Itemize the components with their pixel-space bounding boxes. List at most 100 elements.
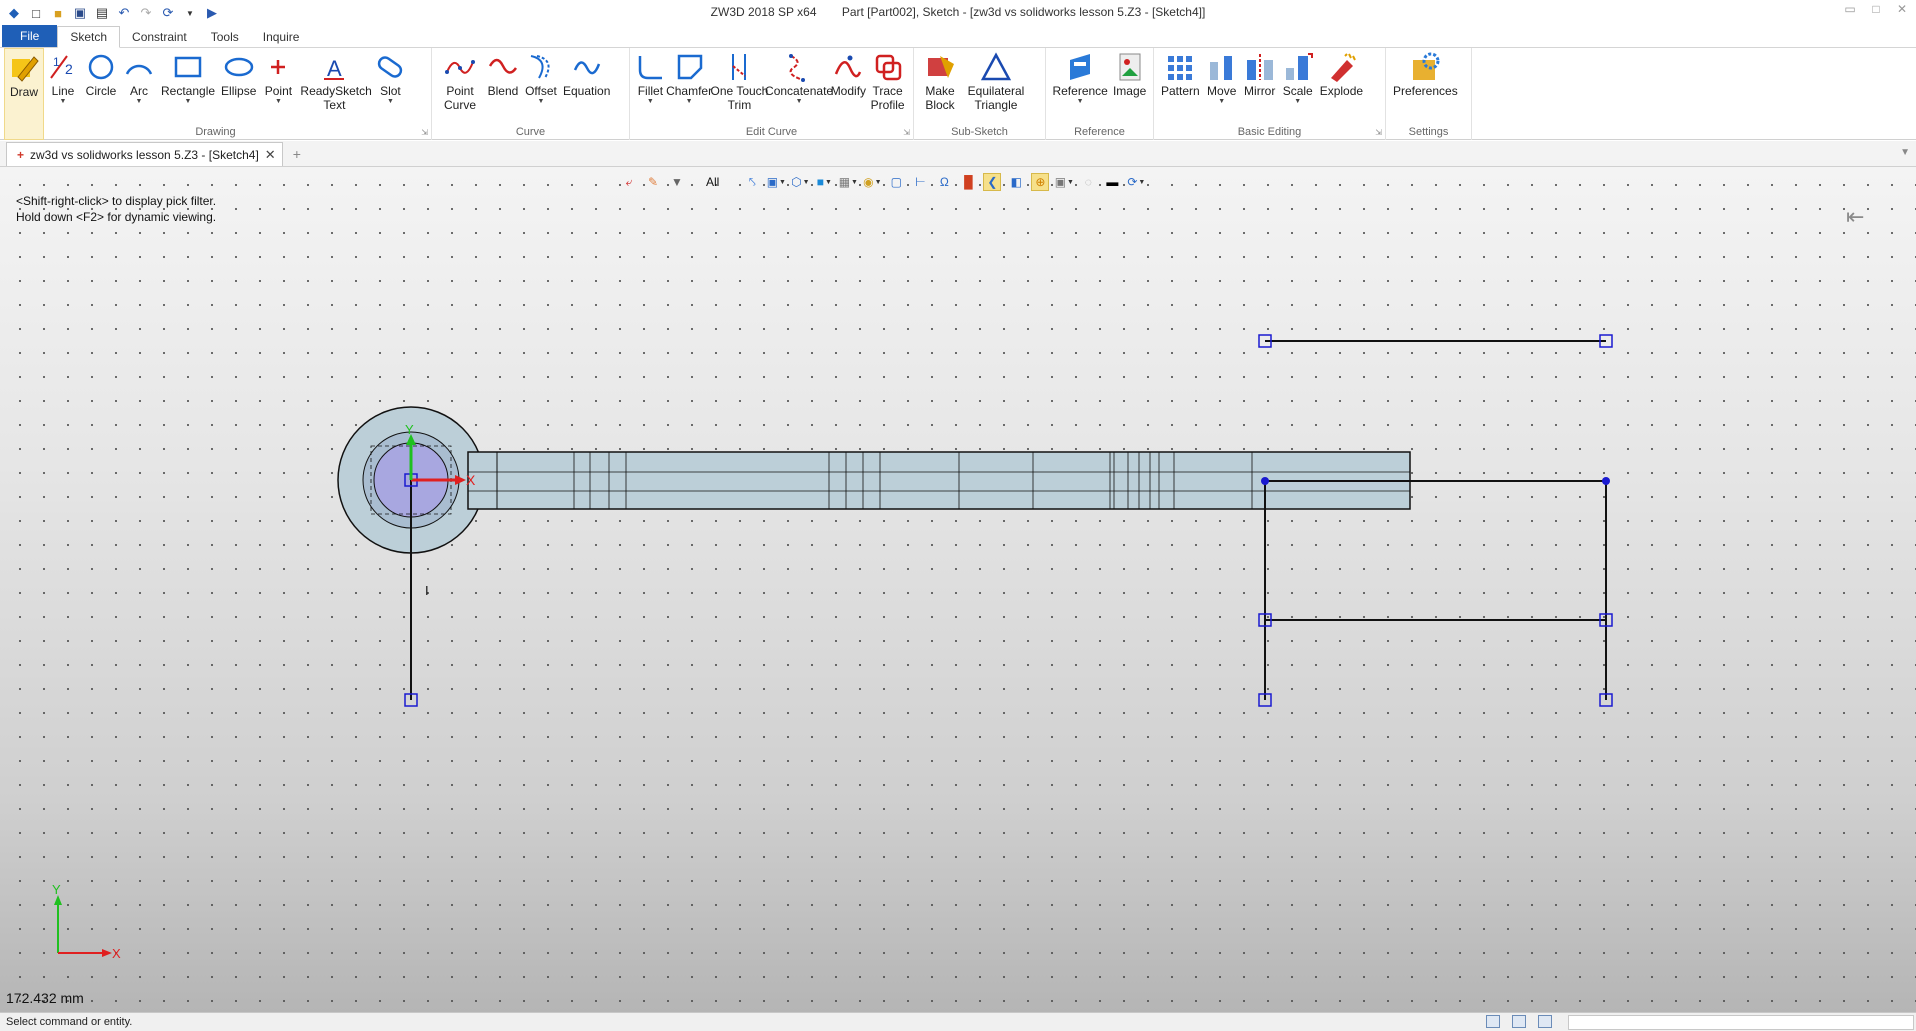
fillet-dropdown-icon[interactable]: ▼ <box>647 98 654 106</box>
undo-icon[interactable]: ↶ <box>116 5 132 21</box>
rectangle-icon <box>174 56 202 78</box>
basic-editing-launcher-icon[interactable]: ⇲ <box>1375 128 1382 137</box>
group-settings: Preferences Settings <box>1386 48 1472 140</box>
arc-label: Arc <box>130 84 148 98</box>
corner-x-label: X <box>112 946 121 961</box>
vertex-point[interactable] <box>1602 477 1610 485</box>
qat-dropdown-icon[interactable]: ▼ <box>182 5 198 21</box>
monitor-icon[interactable] <box>1512 1015 1526 1028</box>
tab-file[interactable]: File <box>2 25 58 47</box>
open-folder-icon[interactable]: ■ <box>50 5 66 21</box>
origin-y-label: Y <box>405 422 414 437</box>
scale-dropdown-icon[interactable]: ▼ <box>1294 98 1301 106</box>
text-icon: A <box>324 56 345 81</box>
circle-label: Circle <box>85 84 117 98</box>
close-tab-icon[interactable]: ✕ <box>265 147 276 163</box>
svg-text:1: 1 <box>53 55 60 69</box>
sketch-canvas[interactable]: X Y I Y X <box>0 167 1916 1012</box>
endpoint-handles[interactable] <box>404 334 1613 707</box>
ribbon: Draw 21 Line ▼ Circle Arc ▼ Rectangle ▼ … <box>0 48 1916 140</box>
offset-icon <box>530 55 550 79</box>
blend-icon <box>488 58 518 74</box>
concatenate-dropdown-icon[interactable]: ▼ <box>796 98 803 106</box>
part-profile[interactable] <box>337 406 1411 554</box>
chamfer-dropdown-icon[interactable]: ▼ <box>686 98 693 106</box>
pattern-icon <box>1168 56 1193 80</box>
tab-menu-icon[interactable]: ▼ <box>1900 147 1910 158</box>
new-file-icon[interactable]: □ <box>28 5 44 21</box>
graphics-viewport[interactable]: ⤶ ✎ ▼ All ⤣ ▣ ▼ ⬡ ▼ ■ ▼ ▦ ▼ ◉ ▼ ▢ ⊢ Ω █ ❮ ◧ ⊕… <box>0 167 1916 1012</box>
save-icon[interactable]: ▣ <box>72 5 88 21</box>
line-dropdown-icon[interactable]: ▼ <box>60 98 67 106</box>
window-controls: ▭ □ ✕ <box>1840 2 1912 16</box>
tab-inquire[interactable]: Inquire <box>251 27 312 47</box>
restore-inner-icon[interactable]: ▭ <box>1840 2 1860 16</box>
mirror-icon <box>1246 54 1273 80</box>
maximize-inner-icon[interactable]: □ <box>1866 2 1886 16</box>
fillet-label: Fillet <box>637 84 664 98</box>
ellipse-icon <box>224 57 253 77</box>
corner-axis-triad: Y X <box>52 882 121 961</box>
print-icon[interactable]: ▤ <box>94 5 110 21</box>
chamfer-icon <box>677 54 703 80</box>
edit-curve-launcher-icon[interactable]: ⇲ <box>903 128 910 137</box>
circle-icon <box>88 54 114 80</box>
app-logo-icon[interactable]: ◆ <box>6 5 22 21</box>
ellipse-label: Ellipse <box>221 84 257 98</box>
arc-icon <box>125 64 153 75</box>
app-title: ZW3D 2018 SP x64 <box>710 5 817 19</box>
modify-icon <box>835 55 862 78</box>
move-dropdown-icon[interactable]: ▼ <box>1218 98 1225 106</box>
regen-icon[interactable]: ⟳ <box>160 5 176 21</box>
ribbon-tabs: File Sketch Constraint Tools Inquire <box>0 25 1916 48</box>
equilateral-triangle-label: Equilateral Triangle <box>967 84 1025 112</box>
line-label: Line <box>51 84 75 98</box>
close-inner-icon[interactable]: ✕ <box>1892 2 1912 16</box>
group-basic-editing: Pattern Move ▼ Mirror Scale ▼ Explode Ba… <box>1154 48 1386 140</box>
layout-icon[interactable] <box>1486 1015 1500 1028</box>
document-tabs: + zw3d vs solidworks lesson 5.Z3 - [Sket… <box>0 141 1916 167</box>
play-icon[interactable]: ▶ <box>204 5 220 21</box>
offset-dropdown-icon[interactable]: ▼ <box>538 98 545 106</box>
point-dropdown-icon[interactable]: ▼ <box>275 98 282 106</box>
point-icon <box>271 60 286 74</box>
slot-dropdown-icon[interactable]: ▼ <box>387 98 394 106</box>
tab-sketch[interactable]: Sketch <box>57 26 121 48</box>
command-input[interactable] <box>1568 1015 1914 1030</box>
move-label: Move <box>1207 84 1237 98</box>
scale-label: Scale <box>1282 84 1313 98</box>
sketch-geometry[interactable] <box>410 340 1607 700</box>
reference-icon <box>1070 54 1091 80</box>
move-icon <box>1209 56 1232 80</box>
equation-icon <box>573 61 600 75</box>
explode-icon <box>1331 53 1357 82</box>
tab-constraint[interactable]: Constraint <box>120 27 199 47</box>
new-tab-icon[interactable]: + <box>293 146 301 162</box>
rectangle-dropdown-icon[interactable]: ▼ <box>185 98 192 106</box>
preferences-label: Preferences <box>1393 84 1458 98</box>
window-title: ZW3D 2018 SP x64 Part [Part002], Sketch … <box>0 5 1916 19</box>
pin-icon[interactable]: + <box>17 148 24 162</box>
redo-icon[interactable]: ↷ <box>138 5 154 21</box>
image-label: Image <box>1112 84 1147 98</box>
status-icons <box>1486 1015 1552 1028</box>
concatenate-label: Concatenate <box>765 84 834 98</box>
reference-label: Reference <box>1052 84 1108 98</box>
group-reference: Reference ▼ Image Reference <box>1046 48 1154 140</box>
tab-tools[interactable]: Tools <box>199 27 251 47</box>
group-settings-label: Settings <box>1408 126 1449 138</box>
trim-icon <box>732 54 747 80</box>
quick-access-toolbar: ◆ □ ■ ▣ ▤ ↶ ↷ ⟳ ▼ ▶ <box>0 0 220 26</box>
vertex-point[interactable] <box>1261 477 1269 485</box>
group-reference-label: Reference <box>1074 126 1125 138</box>
drawing-launcher-icon[interactable]: ⇲ <box>421 128 428 137</box>
origin-x-label: X <box>466 472 476 488</box>
point-curve-label: Point Curve <box>443 84 476 112</box>
arc-dropdown-icon[interactable]: ▼ <box>136 98 143 106</box>
mirror-label: Mirror <box>1244 84 1276 98</box>
pattern-label: Pattern <box>1161 84 1200 98</box>
document-tab[interactable]: + zw3d vs solidworks lesson 5.Z3 - [Sket… <box>6 142 283 166</box>
status-message: Select command or entity. <box>6 1016 133 1028</box>
reference-dropdown-icon[interactable]: ▼ <box>1077 98 1084 106</box>
list-icon[interactable] <box>1538 1015 1552 1028</box>
